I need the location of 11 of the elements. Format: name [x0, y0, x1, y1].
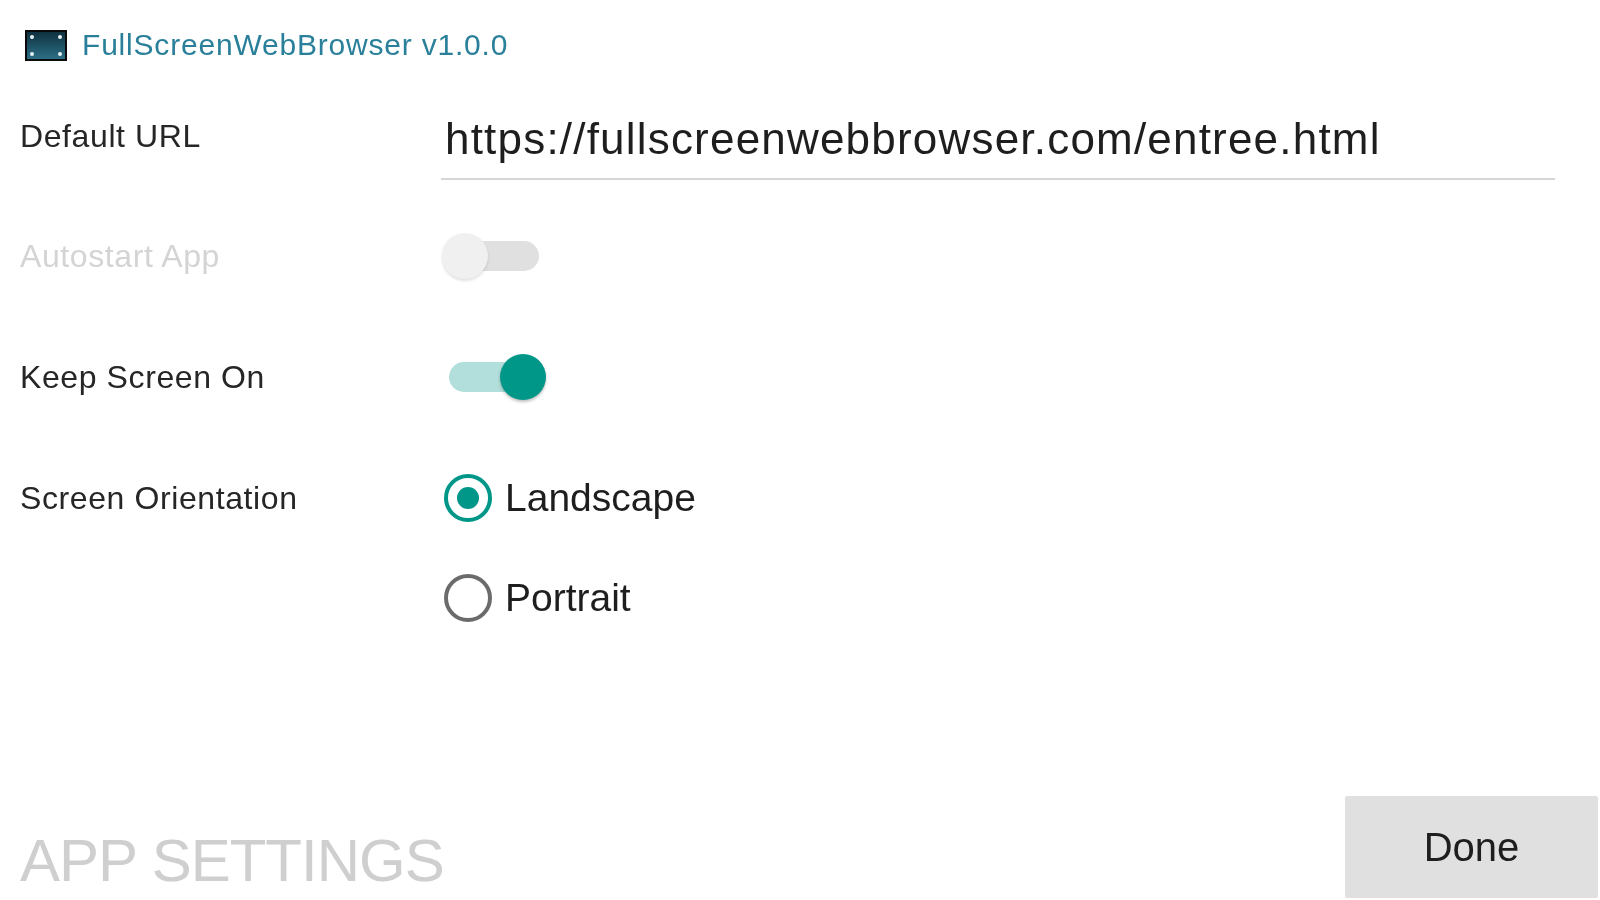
done-button[interactable]: Done	[1345, 796, 1598, 898]
url-field[interactable]: https://fullscreenwebbrowser.com/entree.html	[441, 100, 1555, 180]
radio-option[interactable]: Portrait	[441, 548, 631, 648]
setting-label: Default URL	[20, 117, 201, 155]
setting-label: Screen Orientation	[20, 479, 298, 517]
app-logo-icon	[25, 29, 67, 61]
app-title: FullScreenWebBrowser v1.0.0	[82, 28, 509, 62]
radio-icon[interactable]	[443, 573, 493, 623]
setting-label: Keep Screen On	[20, 358, 265, 395]
radio-option[interactable]: Landscape	[441, 448, 696, 548]
radio-icon[interactable]	[443, 473, 493, 523]
